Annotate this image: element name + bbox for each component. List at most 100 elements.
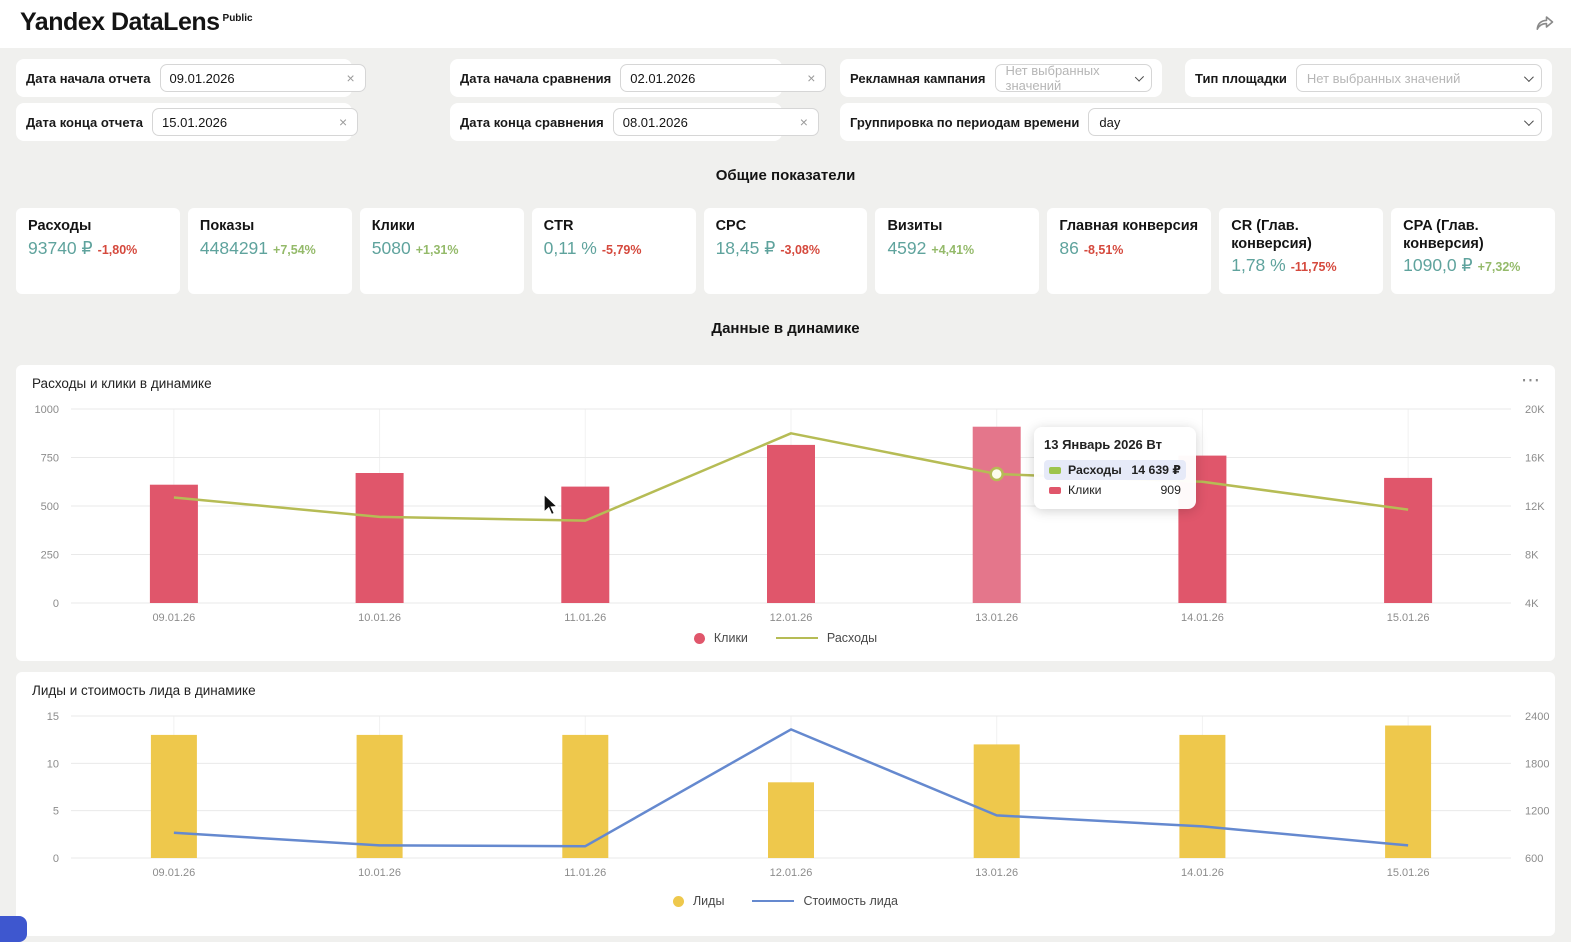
bar[interactable]	[150, 734, 197, 858]
chart-legend: Лиды Стоимость лида	[16, 894, 1555, 908]
right-axis-tick: 1200	[1525, 806, 1549, 818]
date-input-box[interactable]: ×	[159, 64, 366, 92]
corner-widget[interactable]	[0, 916, 27, 942]
tooltip-row: Расходы 14 639 ₽	[1044, 460, 1186, 480]
bar[interactable]	[767, 444, 815, 603]
legend-item[interactable]: Лиды	[672, 894, 725, 908]
kpi-label: Клики	[371, 218, 415, 234]
select-value: day	[1099, 114, 1121, 130]
bar[interactable]	[356, 734, 403, 858]
legend-dot-icon	[693, 632, 705, 644]
x-axis-label: 15.01.26	[1387, 867, 1430, 879]
bar[interactable]	[149, 484, 198, 603]
legend-item[interactable]: Клики	[693, 631, 748, 645]
kpi-label: CPC	[715, 218, 747, 234]
date-input-box[interactable]: ×	[612, 108, 819, 136]
kpi-label: CR (Глав. конверсия)	[1231, 218, 1312, 252]
filter-label: Дата конца сравнения	[460, 114, 604, 130]
filter-label: Дата конца отчета	[26, 114, 144, 130]
kpi-delta: -5,79%	[601, 242, 642, 257]
chevron-down-icon	[1523, 115, 1534, 126]
x-axis-label: 13.01.26	[975, 867, 1018, 879]
kpi-delta: +7,32%	[1477, 260, 1521, 275]
chevron-down-icon	[1523, 71, 1534, 82]
app-logo: Yandex DataLens Public	[20, 8, 253, 37]
section-title-kpi: Общие показатели	[715, 167, 856, 184]
tooltip-title: 13 Январь 2026 Вт	[1044, 437, 1162, 452]
kpi-value: 18,45 ₽	[715, 237, 776, 258]
app-title: Yandex DataLens	[20, 8, 220, 36]
filter-compare-end-date: Дата конца сравнения ×	[450, 103, 819, 141]
series-swatch	[1049, 466, 1061, 474]
right-axis-tick: 16K	[1525, 453, 1545, 465]
chart-card-costs-clicks: Расходы и клики в динамике ⋯ 0 250 500 750 1…	[16, 365, 1555, 661]
left-axis-tick: 0	[53, 853, 59, 865]
compare-end-date-input[interactable]	[622, 114, 799, 130]
kpi-label: Визиты	[887, 218, 943, 234]
left-axis-tick: 0	[53, 598, 59, 610]
bar[interactable]	[1385, 725, 1432, 859]
bar[interactable]	[973, 744, 1020, 858]
clear-icon[interactable]: ×	[806, 71, 816, 85]
left-axis-tick: 250	[41, 550, 59, 562]
date-input-box[interactable]: ×	[152, 108, 359, 136]
filter-label: Группировка по периодам времени	[850, 114, 1080, 130]
right-axis-tick: 1800	[1525, 758, 1549, 770]
select-placeholder: Нет выбранных значений	[1306, 70, 1461, 86]
kpi-label: CTR	[543, 218, 574, 234]
right-axis-tick: 12K	[1525, 501, 1545, 513]
date-input-box[interactable]: ×	[620, 64, 827, 92]
kpi-card: Показы 4484291 +7,54%	[187, 208, 352, 294]
bar[interactable]	[562, 734, 609, 858]
tooltip-series-label: Расходы	[1068, 463, 1122, 477]
left-axis-tick: 15	[47, 711, 59, 723]
platform-type-select[interactable]: Нет выбранных значений	[1295, 64, 1542, 92]
x-axis-label: 12.01.26	[770, 867, 813, 879]
clear-icon[interactable]: ×	[346, 71, 356, 85]
bar[interactable]	[1384, 477, 1433, 603]
filter-compare-start-date: Дата начала сравнения ×	[450, 59, 827, 97]
hover-marker	[989, 466, 1004, 482]
legend-label: Лиды	[692, 894, 725, 908]
legend-item[interactable]: Расходы	[775, 631, 877, 645]
filter-report-end-date: Дата конца отчета ×	[16, 103, 359, 141]
kpi-delta: +1,31%	[415, 242, 459, 257]
legend-label: Стоимость лида	[803, 894, 899, 908]
kpi-delta: -1,80%	[97, 242, 138, 257]
legend-dot-icon	[672, 895, 684, 907]
kpi-card: CPC 18,45 ₽ -3,08%	[703, 208, 868, 294]
x-axis-label: 15.01.26	[1387, 612, 1430, 624]
clear-icon[interactable]: ×	[799, 115, 809, 129]
chart-legend: Клики Расходы	[16, 631, 1555, 645]
left-axis-tick: 500	[41, 501, 59, 513]
bar[interactable]	[972, 426, 1021, 603]
report-end-date-input[interactable]	[162, 114, 339, 130]
x-axis-label: 11.01.26	[564, 867, 606, 879]
compare-start-date-input[interactable]	[630, 70, 807, 86]
left-axis-tick: 5	[53, 806, 59, 818]
chart-card-leads: Лиды и стоимость лида в динамике 0 5 10 15 6…	[16, 672, 1555, 936]
right-axis-tick: 600	[1525, 853, 1543, 865]
legend-item[interactable]: Стоимость лида	[752, 894, 898, 908]
share-icon[interactable]	[1533, 11, 1557, 35]
x-axis-label: 12.01.26	[770, 612, 813, 624]
kpi-card: Визиты 4592 +4,41%	[875, 208, 1040, 294]
bar[interactable]	[768, 782, 814, 858]
kpi-label: CPA (Глав. конверсия)	[1403, 218, 1484, 252]
clear-icon[interactable]: ×	[338, 115, 348, 129]
kpi-delta: -8,51%	[1083, 242, 1124, 257]
bar[interactable]	[1179, 734, 1226, 858]
kpi-value: 1,78 %	[1231, 255, 1286, 276]
grouping-select[interactable]: day	[1088, 108, 1542, 136]
kpi-delta: -3,08%	[780, 242, 820, 257]
left-axis-tick: 750	[41, 453, 59, 465]
bar[interactable]	[561, 486, 610, 603]
campaign-select[interactable]: Нет выбранных значений	[994, 63, 1152, 93]
filter-time-grouping: Группировка по периодам времени day	[840, 103, 1552, 141]
series-swatch	[1049, 486, 1061, 494]
kpi-delta: +4,41%	[931, 242, 975, 257]
bar[interactable]	[355, 473, 404, 603]
tooltip-series-value: 14 639 ₽	[1131, 463, 1181, 477]
report-start-date-input[interactable]	[169, 70, 346, 86]
select-placeholder: Нет выбранных значений	[1005, 63, 1100, 93]
